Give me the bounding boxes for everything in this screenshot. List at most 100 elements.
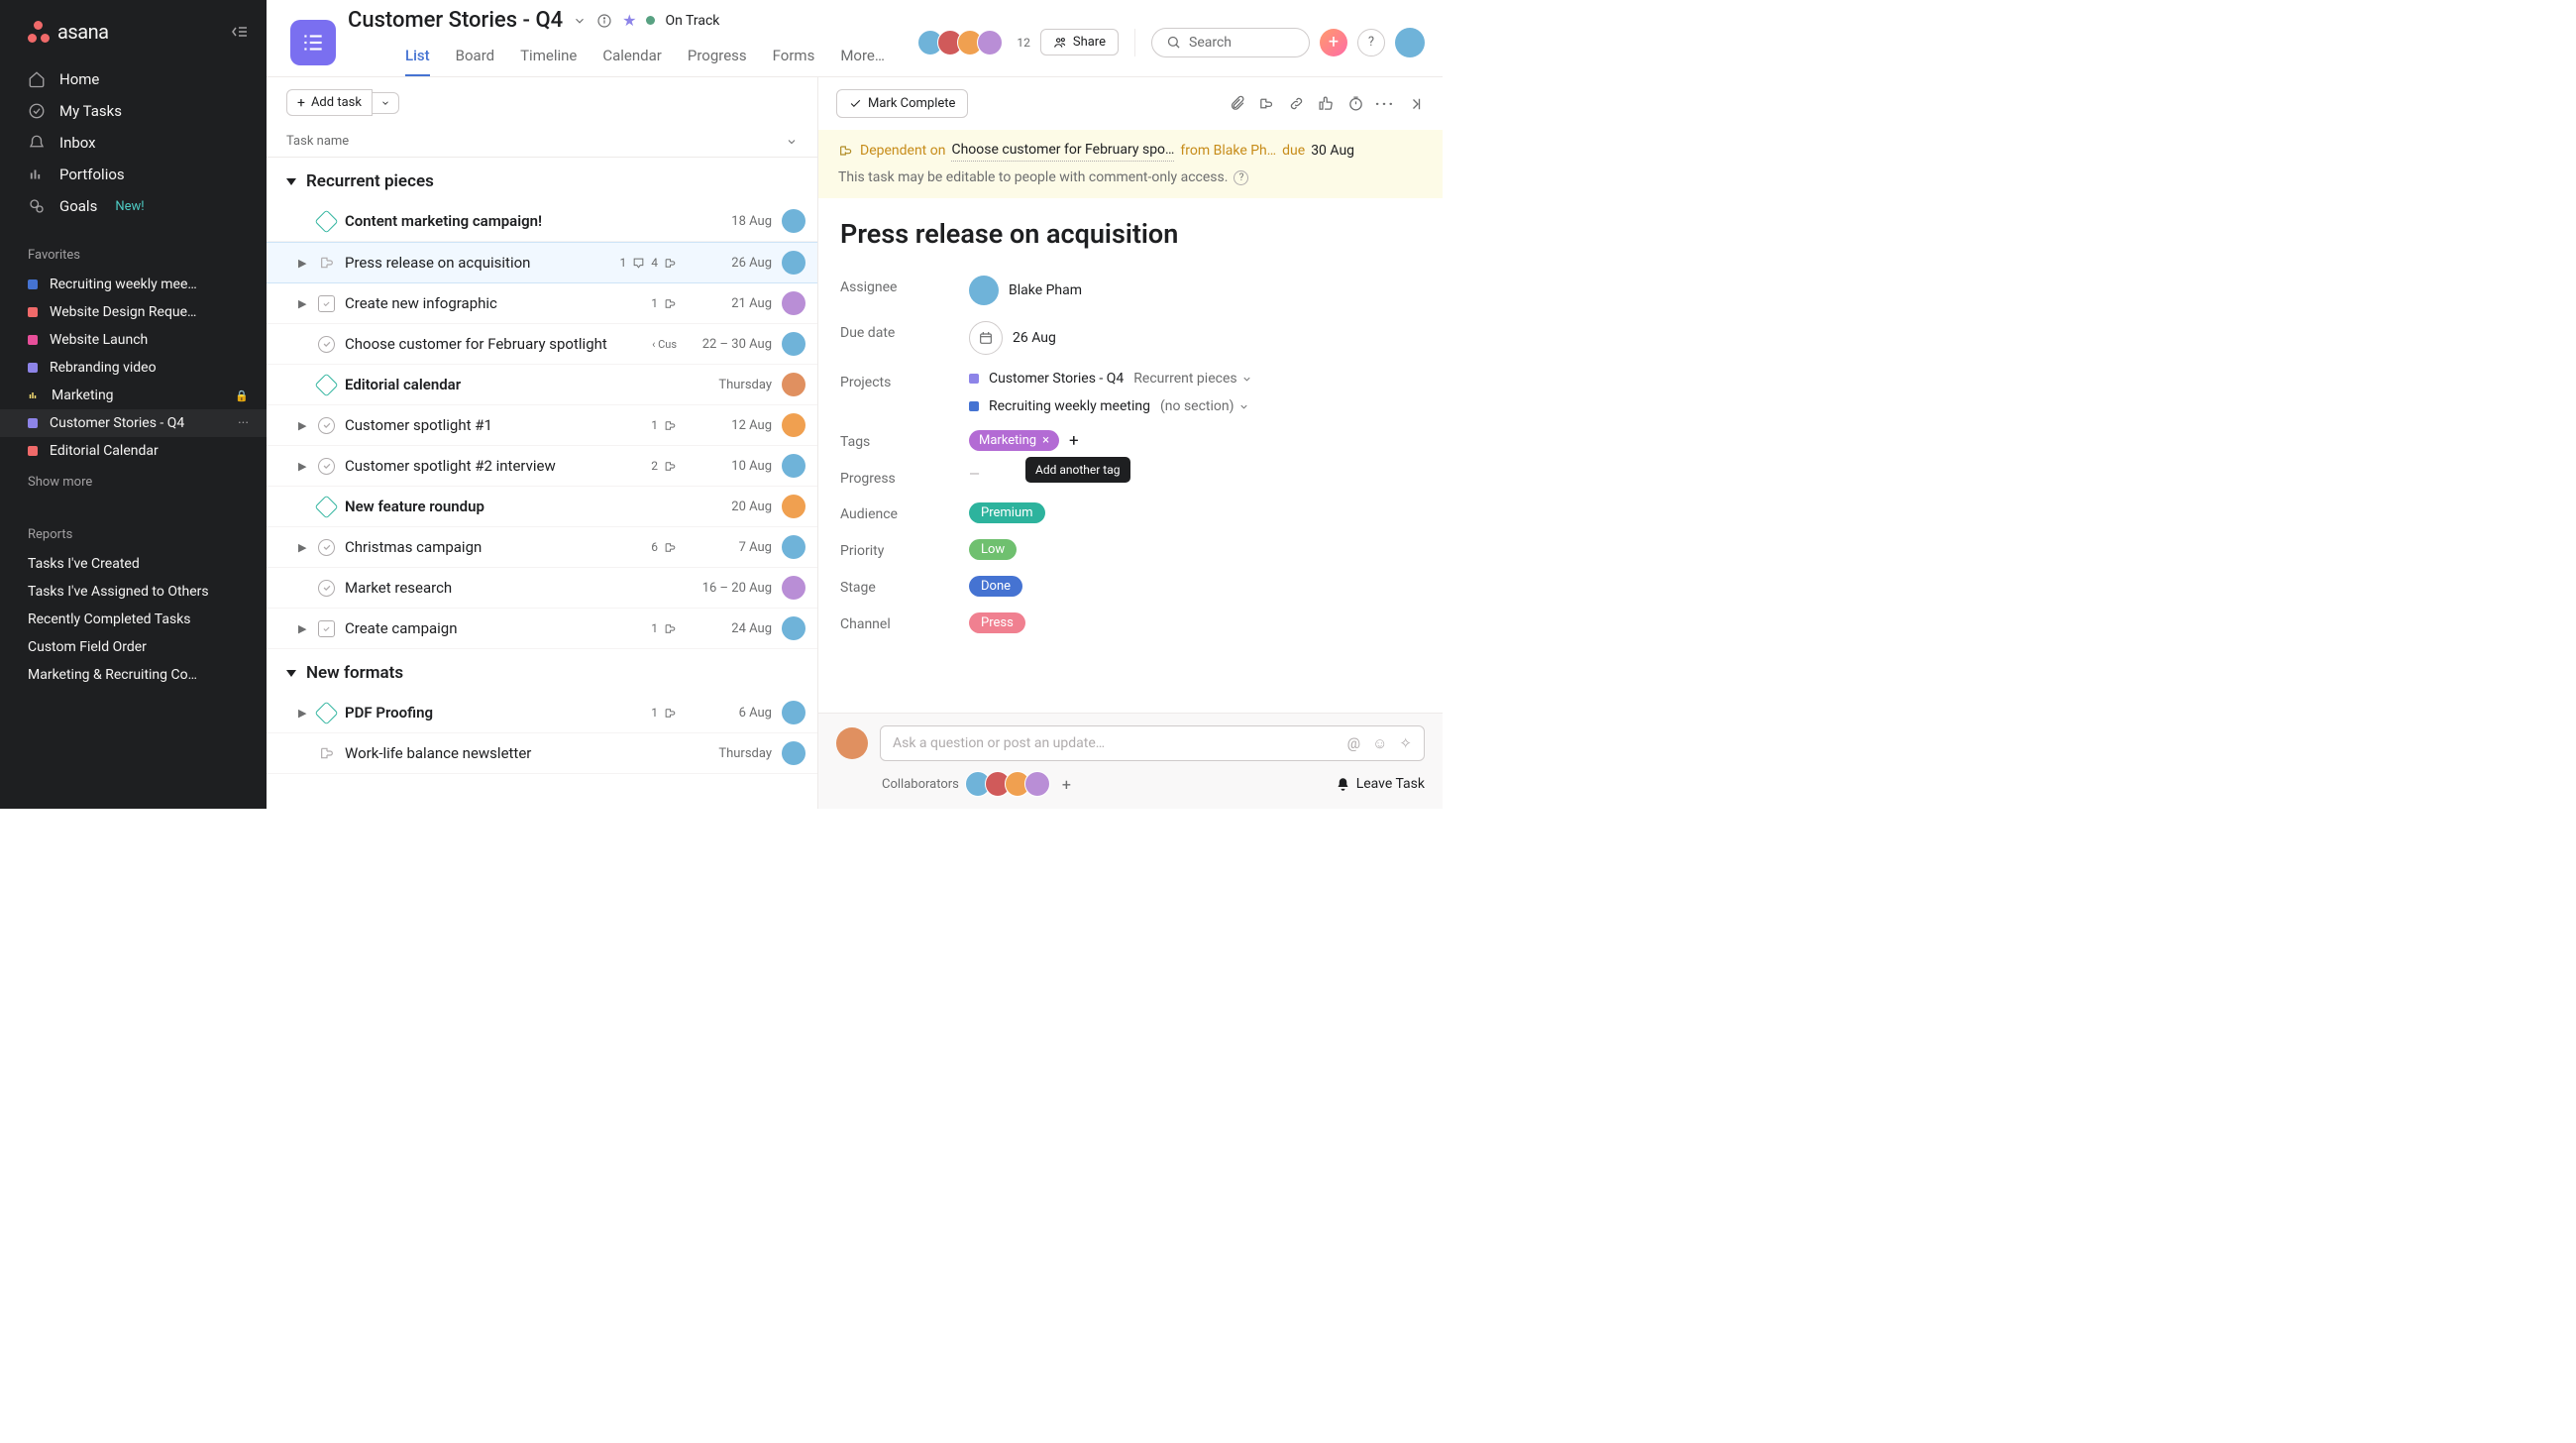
member-avatars[interactable]: [923, 30, 1003, 56]
channel-field[interactable]: Press: [969, 612, 1421, 633]
task-row[interactable]: ▶Customer spotlight #11 12 Aug: [267, 405, 817, 446]
tag-marketing[interactable]: Marketing ×: [969, 430, 1059, 451]
help-button[interactable]: ?: [1357, 29, 1385, 56]
section-dropdown[interactable]: (no section): [1160, 398, 1249, 414]
sidebar-nav-goals[interactable]: GoalsNew!: [0, 190, 267, 222]
assignee-avatar[interactable]: [782, 291, 805, 315]
project-title[interactable]: Customer Stories - Q4: [348, 8, 563, 33]
emoji-icon[interactable]: ☺: [1372, 734, 1387, 752]
section-header[interactable]: Recurrent pieces: [267, 158, 817, 201]
show-more-button[interactable]: Show more: [0, 465, 267, 500]
column-header[interactable]: Task name: [267, 128, 817, 158]
logo[interactable]: asana: [28, 20, 109, 44]
due-date-field[interactable]: 26 Aug: [969, 321, 1421, 355]
task-row[interactable]: Work-life balance newsletterThursday: [267, 733, 817, 774]
mark-complete-button[interactable]: Mark Complete: [836, 89, 968, 118]
assignee-field[interactable]: Blake Pham: [969, 276, 1421, 305]
assignee-avatar[interactable]: [782, 741, 805, 765]
expand-icon[interactable]: ▶: [298, 707, 308, 720]
leave-task-button[interactable]: Leave Task: [1336, 776, 1425, 792]
milestone-icon[interactable]: [314, 495, 338, 518]
task-row[interactable]: Content marketing campaign!18 Aug: [267, 201, 817, 242]
favorite-item[interactable]: Customer Stories - Q4···: [0, 409, 267, 437]
favorite-item[interactable]: Website Design Reque…: [0, 298, 267, 326]
assignee-avatar[interactable]: [782, 332, 805, 356]
tab-forms[interactable]: Forms: [773, 41, 815, 76]
complete-checkbox[interactable]: [318, 458, 335, 475]
task-row[interactable]: New feature roundup20 Aug: [267, 487, 817, 527]
audience-field[interactable]: Premium: [969, 502, 1421, 523]
task-row[interactable]: ▶Christmas campaign6 7 Aug: [267, 527, 817, 568]
comment-input[interactable]: Ask a question or post an update… @ ☺ ✧: [880, 725, 1425, 761]
assignee-avatar[interactable]: [782, 495, 805, 518]
task-row[interactable]: Choose customer for February spotlight‹ …: [267, 324, 817, 365]
chevron-down-icon[interactable]: [573, 14, 587, 28]
more-icon[interactable]: ···: [1375, 94, 1395, 114]
sidebar-nav-home[interactable]: Home: [0, 63, 267, 95]
more-icon[interactable]: ···: [238, 415, 249, 431]
assignee-avatar[interactable]: [782, 535, 805, 559]
task-row[interactable]: ▶Press release on acquisition1 4 26 Aug: [267, 242, 817, 283]
like-icon[interactable]: [1316, 94, 1336, 114]
favorite-item[interactable]: Marketing🔒: [0, 382, 267, 409]
expand-icon[interactable]: ▶: [298, 541, 308, 554]
assignee-avatar[interactable]: [782, 701, 805, 724]
attachment-icon[interactable]: [1227, 94, 1246, 114]
assignee-avatar[interactable]: [782, 413, 805, 437]
favorite-item[interactable]: Recruiting weekly mee…: [0, 271, 267, 298]
project-assignment[interactable]: Customer Stories - Q4Recurrent pieces: [969, 371, 1252, 387]
tab-calendar[interactable]: Calendar: [602, 41, 662, 76]
tab-timeline[interactable]: Timeline: [520, 41, 577, 76]
approval-icon[interactable]: [318, 295, 335, 312]
star-outline-icon[interactable]: ✧: [1399, 734, 1412, 752]
user-avatar[interactable]: [1395, 28, 1425, 57]
report-item[interactable]: Recently Completed Tasks: [0, 606, 267, 633]
assignee-avatar[interactable]: [782, 209, 805, 233]
sidebar-nav-portfolios[interactable]: Portfolios: [0, 159, 267, 190]
tab-progress[interactable]: Progress: [688, 41, 747, 76]
close-detail-icon[interactable]: [1405, 94, 1425, 114]
add-task-dropdown[interactable]: [373, 92, 399, 114]
add-task-button[interactable]: + Add task: [286, 89, 373, 116]
project-assignment[interactable]: Recruiting weekly meeting(no section): [969, 398, 1249, 414]
favorite-item[interactable]: Website Launch: [0, 326, 267, 354]
section-dropdown[interactable]: Recurrent pieces: [1133, 371, 1251, 387]
remove-tag-icon[interactable]: ×: [1042, 433, 1049, 448]
task-row[interactable]: ▶Create new infographic1 21 Aug: [267, 283, 817, 324]
collaborator-avatar[interactable]: [1024, 771, 1050, 797]
sidebar-nav-inbox[interactable]: Inbox: [0, 127, 267, 159]
milestone-icon[interactable]: [314, 701, 338, 724]
tab-list[interactable]: List: [405, 41, 430, 76]
info-icon[interactable]: [596, 13, 612, 29]
task-row[interactable]: ▶Customer spotlight #2 interview2 10 Aug: [267, 446, 817, 487]
priority-field[interactable]: Low: [969, 539, 1421, 560]
star-icon[interactable]: ★: [622, 11, 636, 30]
sidebar-nav-my-tasks[interactable]: My Tasks: [0, 95, 267, 127]
search-input[interactable]: Search: [1151, 28, 1310, 57]
assignee-avatar[interactable]: [782, 251, 805, 275]
member-count[interactable]: 12: [1017, 36, 1030, 50]
tab-board[interactable]: Board: [456, 41, 494, 76]
assignee-avatar[interactable]: [782, 576, 805, 600]
expand-icon[interactable]: ▶: [298, 460, 308, 473]
status-text[interactable]: On Track: [665, 13, 719, 29]
section-header[interactable]: New formats: [267, 649, 817, 693]
timer-icon[interactable]: [1345, 94, 1365, 114]
task-row[interactable]: ▶Create campaign1 24 Aug: [267, 609, 817, 649]
milestone-icon[interactable]: [314, 209, 338, 233]
assignee-avatar[interactable]: [782, 616, 805, 640]
favorite-item[interactable]: Rebranding video: [0, 354, 267, 382]
task-row[interactable]: Editorial calendarThursday: [267, 365, 817, 405]
add-collaborator-button[interactable]: +: [1062, 775, 1071, 794]
collaborator-avatars[interactable]: [971, 771, 1050, 797]
link-icon[interactable]: [1286, 94, 1306, 114]
report-item[interactable]: Tasks I've Assigned to Others: [0, 578, 267, 606]
task-row[interactable]: ▶PDF Proofing1 6 Aug: [267, 693, 817, 733]
report-item[interactable]: Custom Field Order: [0, 633, 267, 661]
milestone-icon[interactable]: [314, 373, 338, 396]
member-avatar[interactable]: [977, 30, 1003, 56]
global-add-button[interactable]: +: [1320, 29, 1347, 56]
help-icon[interactable]: ?: [1234, 170, 1248, 185]
complete-checkbox[interactable]: [318, 417, 335, 434]
approval-icon[interactable]: [318, 620, 335, 637]
